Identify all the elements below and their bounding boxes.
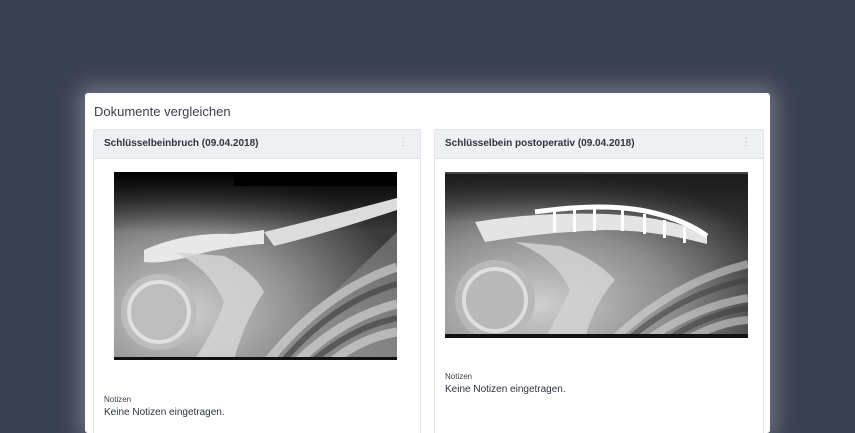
kebab-menu-icon[interactable]: ⋮ (741, 138, 751, 148)
xray-image-fracture (114, 172, 397, 360)
document-card-fracture: Schlüsselbeinbruch (09.04.2018) ⋮ Notize… (93, 129, 421, 433)
document-title: Schlüsselbein postoperativ (09.04.2018) (445, 138, 635, 149)
compare-documents-dialog: Dokumente vergleichen Schlüsselbeinbruch… (85, 93, 770, 433)
kebab-menu-icon[interactable]: ⋮ (398, 138, 408, 148)
xray-image-postoperative (445, 172, 748, 338)
document-card-postoperative: Schlüsselbein postoperativ (09.04.2018) … (434, 129, 764, 433)
notes-label: Notizen (445, 372, 473, 381)
notes-text: Keine Notizen eingetragen. (104, 407, 225, 418)
document-title: Schlüsselbeinbruch (09.04.2018) (104, 138, 259, 149)
dialog-title: Dokumente vergleichen (94, 104, 231, 119)
document-card-header: Schlüsselbeinbruch (09.04.2018) ⋮ (94, 130, 420, 159)
document-card-header: Schlüsselbein postoperativ (09.04.2018) … (435, 130, 763, 159)
notes-text: Keine Notizen eingetragen. (445, 384, 566, 395)
notes-label: Notizen (104, 395, 132, 404)
